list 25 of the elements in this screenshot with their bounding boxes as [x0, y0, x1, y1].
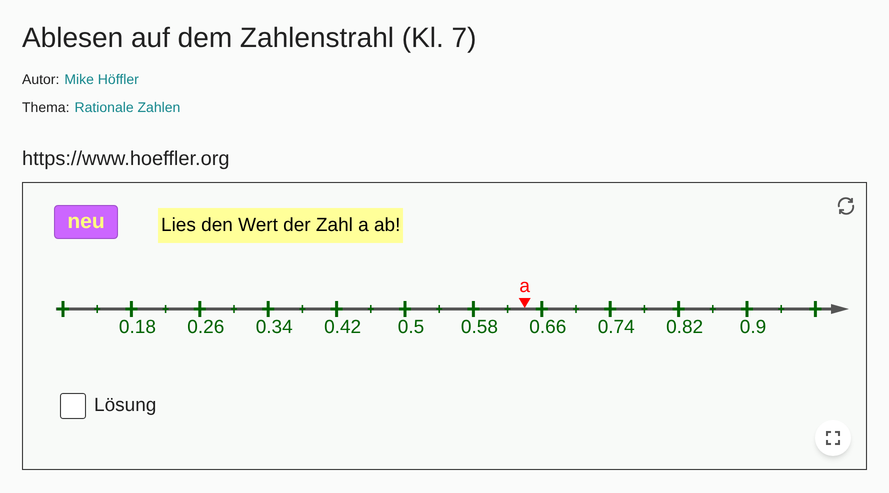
tick-label: 0.82 [666, 317, 704, 338]
url-text: https://www.hoeffler.org [22, 147, 231, 172]
page-title: Ablesen auf dem Zahlenstrahl (Kl. 7) [22, 21, 478, 55]
tick-label: 0.66 [529, 317, 566, 338]
point-marker[interactable] [518, 298, 531, 308]
meta-label: Autor: [22, 70, 60, 88]
task-prompt: Lies den Wert der Zahl a ab! [158, 208, 404, 243]
tick-label: 0.74 [598, 317, 635, 338]
solution-checkbox[interactable] [60, 393, 86, 419]
tick-label: 0.34 [256, 317, 293, 338]
fullscreen-icon [826, 431, 840, 445]
point-label: a [519, 276, 530, 297]
fullscreen-button[interactable] [815, 420, 851, 456]
tick-label: 0.26 [187, 317, 224, 338]
tick-label: 0.9 [740, 317, 766, 338]
meta-link[interactable]: Mike Höffler [64, 70, 139, 88]
meta-label: Thema: [22, 98, 70, 116]
tick-label: 0.18 [118, 317, 156, 338]
checkbox-label: Lösung [94, 394, 156, 418]
meta-link[interactable]: Rationale Zahlen [74, 98, 180, 116]
tick-label: 0.58 [460, 317, 498, 338]
tick-label: 0.5 [398, 317, 424, 338]
tick-label: 0.42 [324, 317, 362, 338]
refresh-icon[interactable] [835, 195, 857, 217]
new-button[interactable]: neu [54, 205, 118, 239]
